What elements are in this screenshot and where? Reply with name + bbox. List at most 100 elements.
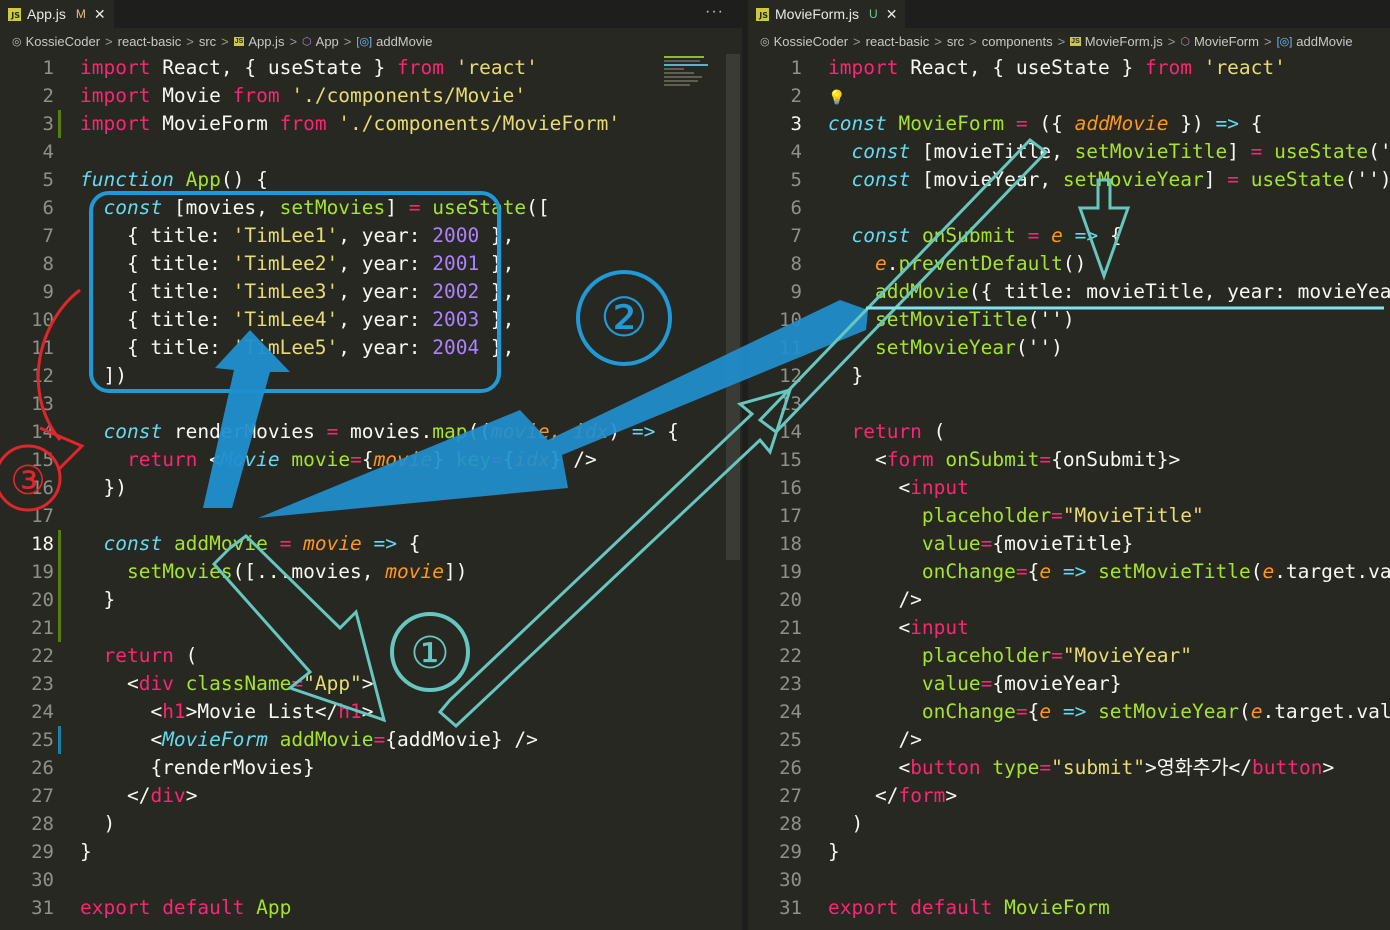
code-line[interactable]: 4 const [movieTitle, setMovieTitle] = us…: [748, 138, 1390, 166]
code-line[interactable]: 3 import MovieForm from './components/Mov…: [0, 110, 742, 138]
code-line[interactable]: 28 ): [748, 810, 1390, 838]
breadcrumb-item[interactable]: src: [947, 34, 964, 49]
code-line[interactable]: 12 ]): [0, 362, 742, 390]
code-line[interactable]: 15 return <Movie movie={movie} key={idx}…: [0, 446, 742, 474]
tab-app-js[interactable]: JS App.js M ✕: [0, 0, 114, 28]
code-text: { title: 'TimLee1', year: 2000 },: [80, 222, 514, 250]
code-line[interactable]: 2 import Movie from './components/Movie': [0, 82, 742, 110]
close-icon[interactable]: ✕: [886, 6, 898, 23]
breadcrumb-item[interactable]: KossieCoder: [774, 34, 848, 49]
code-token: =: [326, 420, 351, 443]
code-line[interactable]: 24 <h1>Movie List</h1>: [0, 698, 742, 726]
code-line[interactable]: 1 import React, { useState } from 'react': [0, 54, 742, 82]
line-number: 12: [779, 365, 802, 387]
line-number: 21: [779, 617, 802, 639]
line-number: 23: [31, 673, 54, 695]
code-line[interactable]: 9 addMovie({ title: movieTitle, year: mo…: [748, 278, 1390, 306]
code-line[interactable]: 22 placeholder="MovieYear": [748, 642, 1390, 670]
code-line[interactable]: 14 return (: [748, 418, 1390, 446]
line-number: 2: [42, 85, 54, 107]
code-line[interactable]: 31 export default App: [0, 894, 742, 922]
breadcrumb-item[interactable]: react-basic: [866, 34, 930, 49]
code-line[interactable]: 26 {renderMovies}: [0, 754, 742, 782]
code-line[interactable]: 22 return (: [0, 642, 742, 670]
code-text: const [movieTitle, setMovieTitle] = useS…: [828, 138, 1390, 166]
code-line[interactable]: 3 const MovieForm = ({ addMovie }) => {: [748, 110, 1390, 138]
code-line[interactable]: 9 { title: 'TimLee3', year: 2002 },: [0, 278, 742, 306]
code-token: },: [479, 280, 515, 303]
code-token: { title:: [80, 252, 233, 275]
code-line[interactable]: 12 }: [748, 362, 1390, 390]
code-line[interactable]: 18 const addMovie = movie => {: [0, 530, 742, 558]
editor-pane-app-js[interactable]: JS App.js M ✕ ··· ◎ KossieCoder > react-bas…: [0, 0, 742, 930]
code-line[interactable]: 11 setMovieYear(''): [748, 334, 1390, 362]
editor-pane-movieform-js[interactable]: JS MovieForm.js U ✕ ◎ KossieCoder > react-b…: [748, 0, 1390, 930]
code-line[interactable]: 31 export default MovieForm: [748, 894, 1390, 922]
code-line[interactable]: 25 <MovieForm addMovie={addMovie} />: [0, 726, 742, 754]
code-line[interactable]: 7 const onSubmit = e => {: [748, 222, 1390, 250]
code-line[interactable]: 19 onChange={e => setMovieTitle(e.target…: [748, 558, 1390, 586]
code-line[interactable]: 21: [0, 614, 742, 642]
code-text: const [movies, setMovies] = useState([: [80, 194, 549, 222]
code-line[interactable]: 24 onChange={e => setMovieYear(e.target.…: [748, 698, 1390, 726]
code-line[interactable]: 4: [0, 138, 742, 166]
code-line[interactable]: 7 { title: 'TimLee1', year: 2000 },: [0, 222, 742, 250]
code-line[interactable]: 30: [0, 866, 742, 894]
breadcrumb-item[interactable]: App: [316, 34, 339, 49]
code-token: { title:: [80, 224, 233, 247]
code-line[interactable]: 23 <div className="App">: [0, 670, 742, 698]
tab-movieform-js[interactable]: JS MovieForm.js U ✕: [748, 0, 906, 28]
code-line[interactable]: 15 <form onSubmit={onSubmit}>: [748, 446, 1390, 474]
code-line[interactable]: 19 setMovies([...movies, movie]): [0, 558, 742, 586]
code-line[interactable]: 21 <input: [748, 614, 1390, 642]
code-line[interactable]: 13: [748, 390, 1390, 418]
code-line[interactable]: 28 ): [0, 810, 742, 838]
breadcrumb-item[interactable]: KossieCoder: [26, 34, 100, 49]
close-icon[interactable]: ✕: [94, 6, 106, 23]
code-line[interactable]: 26 <button type="submit">영화추가</button>: [748, 754, 1390, 782]
breadcrumb-item[interactable]: src: [199, 34, 216, 49]
code-line[interactable]: 16 <input: [748, 474, 1390, 502]
code-line[interactable]: 5 const [movieYear, setMovieYear] = useS…: [748, 166, 1390, 194]
breadcrumb-item[interactable]: components: [982, 34, 1053, 49]
code-line[interactable]: 27 </form>: [748, 782, 1390, 810]
function-icon: ⬡: [302, 35, 312, 48]
code-line[interactable]: 8 e.preventDefault(): [748, 250, 1390, 278]
code-text: return (: [80, 642, 197, 670]
code-line[interactable]: 20 }: [0, 586, 742, 614]
breadcrumb-item[interactable]: MovieForm.js: [1085, 34, 1163, 49]
code-line[interactable]: 10 setMovieTitle(''): [748, 306, 1390, 334]
line-number: 8: [42, 253, 54, 275]
code-line[interactable]: 2 💡: [748, 82, 1390, 110]
chevron-right-icon: >: [343, 33, 352, 49]
code-text: import Movie from './components/Movie': [80, 82, 526, 110]
code-line[interactable]: 25 />: [748, 726, 1390, 754]
code-line[interactable]: 16 }): [0, 474, 742, 502]
code-line[interactable]: 8 { title: 'TimLee2', year: 2001 },: [0, 250, 742, 278]
code-line[interactable]: 5 function App() {: [0, 166, 742, 194]
code-line[interactable]: 11 { title: 'TimLee5', year: 2004 },: [0, 334, 742, 362]
code-line[interactable]: 13: [0, 390, 742, 418]
code-line[interactable]: 17: [0, 502, 742, 530]
more-actions-icon[interactable]: ···: [705, 3, 724, 21]
breadcrumb-item[interactable]: App.js: [248, 34, 284, 49]
code-line[interactable]: 29}: [0, 838, 742, 866]
breadcrumb-item[interactable]: addMovie: [1296, 34, 1352, 49]
code-line[interactable]: 27 </div>: [0, 782, 742, 810]
code-token: [movies,: [173, 196, 280, 219]
breadcrumb-item[interactable]: addMovie: [376, 34, 432, 49]
breadcrumb-item[interactable]: MovieForm: [1194, 34, 1259, 49]
code-line[interactable]: 10 { title: 'TimLee4', year: 2003 },: [0, 306, 742, 334]
code-line[interactable]: 30: [748, 866, 1390, 894]
code-line[interactable]: 20 />: [748, 586, 1390, 614]
code-line[interactable]: 18 value={movieTitle}: [748, 530, 1390, 558]
code-line[interactable]: 23 value={movieYear}: [748, 670, 1390, 698]
code-line[interactable]: 1 import React, { useState } from 'react': [748, 54, 1390, 82]
code-line[interactable]: 6: [748, 194, 1390, 222]
code-line[interactable]: 6 const [movies, setMovies] = useState([: [0, 194, 742, 222]
code-line[interactable]: 29}: [748, 838, 1390, 866]
code-line[interactable]: 14 const renderMovies = movies.map((movi…: [0, 418, 742, 446]
breadcrumb-item[interactable]: react-basic: [118, 34, 182, 49]
code-line[interactable]: 17 placeholder="MovieTitle": [748, 502, 1390, 530]
